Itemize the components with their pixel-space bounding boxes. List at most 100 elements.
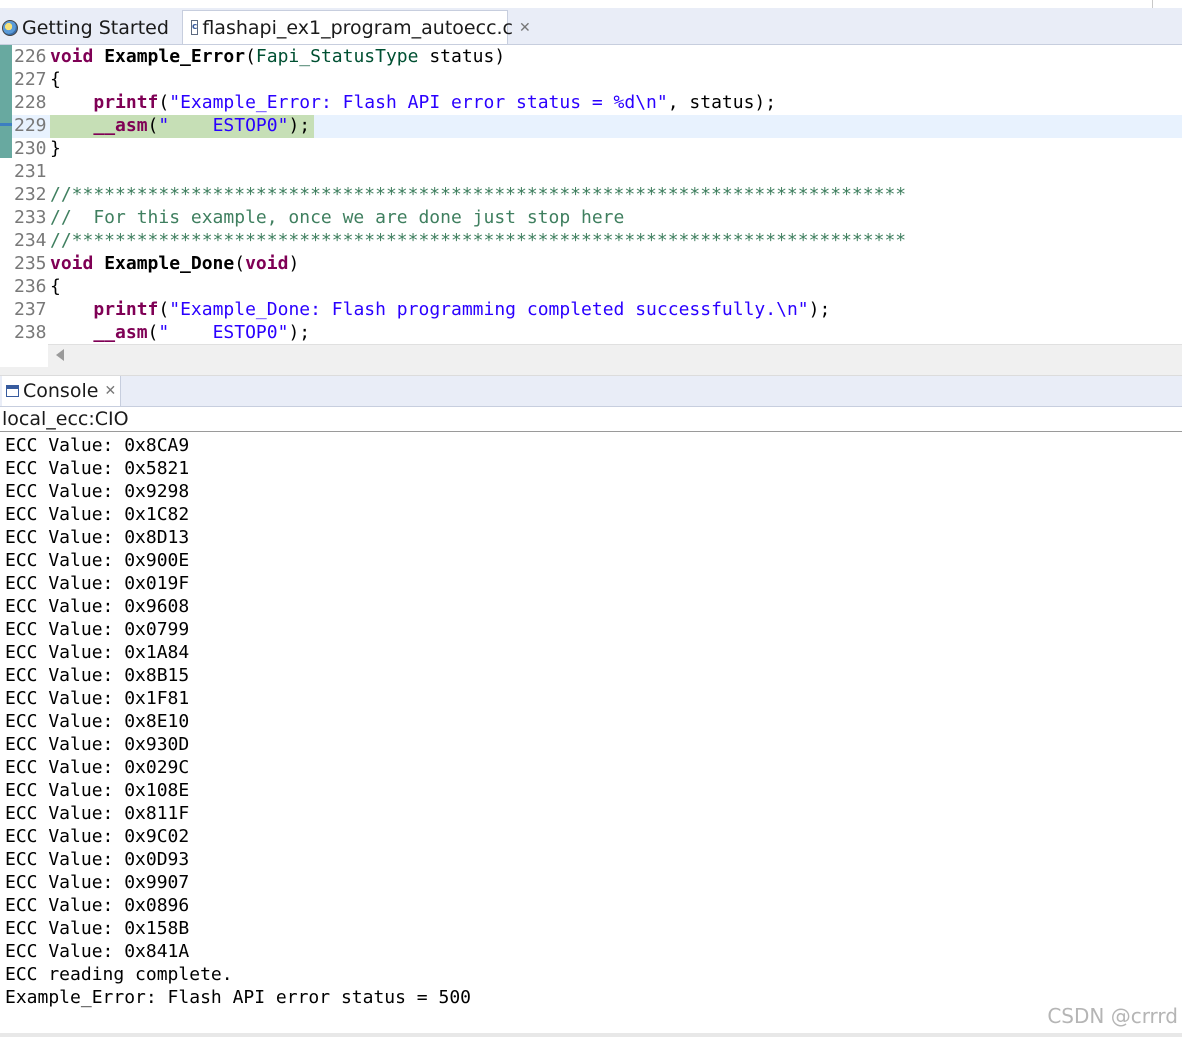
code-line: 230} — [0, 137, 1182, 160]
console-icon — [6, 385, 19, 397]
close-icon[interactable]: ✕ — [519, 20, 531, 36]
code-token: ( — [234, 253, 246, 274]
tab-console[interactable]: Console ✕ — [2, 376, 122, 406]
code-token: ) — [288, 253, 300, 274]
line-number: 226 — [14, 46, 47, 67]
code-token: __asm — [93, 322, 148, 343]
console-line: ECC Value: 0x9C02 — [5, 826, 190, 847]
scroll-left-icon[interactable] — [56, 349, 64, 361]
code-token: ( — [147, 115, 159, 136]
code-line: 235 void Example_Done(void) — [0, 252, 1182, 275]
line-number: 238 — [14, 322, 47, 343]
line-number: 230 — [14, 138, 47, 159]
code-token: void — [50, 46, 105, 67]
code-token: printf — [93, 299, 159, 320]
code-token: ( — [158, 92, 170, 113]
console-line: ECC Value: 0x8B15 — [5, 665, 190, 686]
code-token: printf — [93, 92, 159, 113]
line-number: 231 — [14, 161, 47, 182]
tab-getting-started[interactable]: Getting Started — [2, 11, 169, 44]
code-text: { — [50, 68, 61, 91]
code-token: Fapi_StatusType — [255, 46, 419, 67]
code-editor[interactable]: 226 void Example_Error(Fapi_StatusType st… — [0, 45, 1182, 343]
code-line: 238 __asm(" ESTOP0"); — [0, 321, 1182, 344]
tab-flashapi-file[interactable]: c flashapi_ex1_program_autoecc.c ✕ — [182, 10, 531, 44]
console-line: ECC Value: 0x0D93 — [5, 849, 190, 870]
code-text: //**************************************… — [50, 183, 906, 206]
c-file-icon: c — [191, 20, 199, 35]
code-token: ( — [158, 299, 170, 320]
code-text: __asm(" ESTOP0"); — [50, 321, 310, 344]
code-text: void Example_Error(Fapi_StatusType statu… — [50, 45, 505, 68]
code-line: 231 — [0, 160, 1182, 183]
code-line: 227{ — [0, 68, 1182, 91]
code-token: " ESTOP0" — [158, 115, 289, 136]
code-token: status) — [418, 46, 506, 67]
code-token: void — [50, 253, 105, 274]
tab-label: Console — [23, 380, 99, 402]
horizontal-scrollbar[interactable] — [48, 344, 1182, 367]
view-divider[interactable] — [0, 367, 1182, 376]
code-line: 234//***********************************… — [0, 229, 1182, 252]
console-line: ECC Value: 0x841A — [5, 941, 190, 962]
console-line: ECC Value: 0x9298 — [5, 481, 190, 502]
line-number: 229 — [14, 115, 47, 136]
code-token: //**************************************… — [50, 184, 907, 205]
code-token: Example_Error — [104, 46, 246, 67]
ccs-globe-icon — [2, 19, 18, 36]
console-line: ECC Value: 0x1A84 — [5, 642, 190, 663]
tab-label: flashapi_ex1_program_autoecc.c — [202, 16, 513, 39]
console-line: ECC Value: 0x8CA9 — [5, 435, 190, 456]
console-line: ECC Value: 0x0896 — [5, 895, 190, 916]
code-token: , status); — [667, 92, 777, 113]
top-separator — [1152, 0, 1153, 8]
code-token: ); — [288, 115, 311, 136]
tab-label: Getting Started — [22, 16, 169, 39]
console-line: ECC Value: 0x1C82 — [5, 504, 190, 525]
code-token: ( — [147, 322, 159, 343]
code-line: 228 printf("Example_Error: Flash API err… — [0, 91, 1182, 114]
code-line: 233// For this example, once we are done… — [0, 206, 1182, 229]
code-token: "Example_Error: Flash API error status =… — [169, 92, 668, 113]
code-token: { — [50, 69, 61, 90]
code-token: __asm — [93, 115, 148, 136]
code-text: // For this example, once we are done ju… — [50, 206, 624, 229]
console-line: ECC Value: 0x8D13 — [5, 527, 190, 548]
line-number: 234 — [14, 230, 47, 251]
console-line: ECC Value: 0x8E10 — [5, 711, 190, 732]
console-output[interactable]: ECC Value: 0x8CA9 ECC Value: 0x5821 ECC Va… — [0, 434, 1182, 1024]
watermark: CSDN @crrrd — [1047, 1004, 1178, 1028]
code-token: ); — [288, 322, 311, 343]
code-text: } — [50, 137, 61, 160]
console-line: ECC Value: 0x019F — [5, 573, 190, 594]
line-number: 235 — [14, 253, 47, 274]
code-line: 229 __asm(" ESTOP0"); — [0, 114, 1182, 137]
code-line: 236{ — [0, 275, 1182, 298]
bottom-border — [0, 1033, 1182, 1037]
console-line: ECC Value: 0x1F81 — [5, 688, 190, 709]
console-line: ECC Value: 0x900E — [5, 550, 190, 571]
code-token: } — [50, 138, 61, 159]
code-text: printf("Example_Done: Flash programming … — [50, 298, 830, 321]
code-token: ); — [808, 299, 831, 320]
code-text: { — [50, 275, 61, 298]
console-tab-bar: Console ✕ — [0, 376, 1182, 407]
line-number: 228 — [14, 92, 47, 113]
code-token: "Example_Done: Flash programming complet… — [169, 299, 809, 320]
code-token: //**************************************… — [50, 230, 907, 251]
close-icon[interactable]: ✕ — [104, 383, 116, 399]
code-text: printf("Example_Error: Flash API error s… — [50, 91, 776, 114]
console-line: ECC reading complete. — [5, 964, 233, 985]
line-number: 233 — [14, 207, 47, 228]
line-number: 227 — [14, 69, 47, 90]
console-line: ECC Value: 0x9608 — [5, 596, 190, 617]
code-token: " ESTOP0" — [158, 322, 289, 343]
console-title: local_ecc:CIO — [0, 407, 1182, 432]
console-line: ECC Value: 0x158B — [5, 918, 190, 939]
line-number: 237 — [14, 299, 47, 320]
console-line: ECC Value: 0x0799 — [5, 619, 190, 640]
